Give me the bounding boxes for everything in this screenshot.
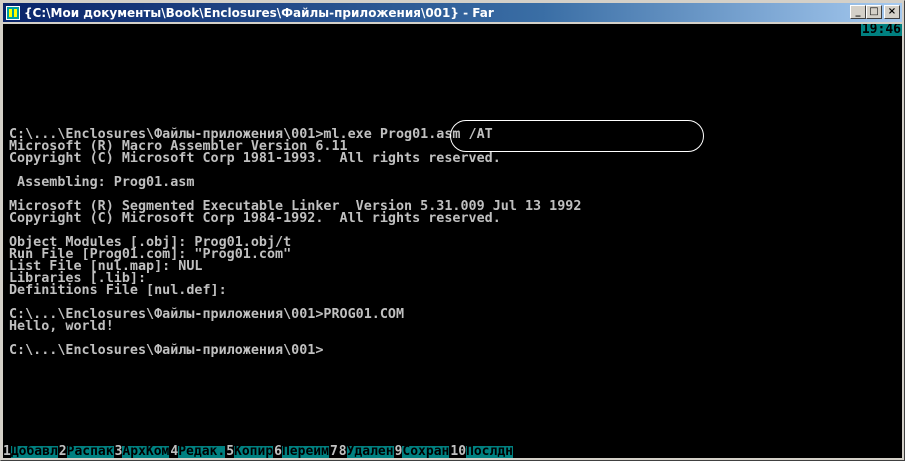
console-line: Copyright (C) Microsoft Corp 1981-1993. … [9, 151, 501, 166]
fkey-label: АрхКом [122, 444, 170, 458]
fkey-10[interactable]: 10 Послдн [449, 444, 513, 458]
console-area[interactable]: 19:46 C:\...\Enclosures\Файлы-приложения… [3, 24, 902, 458]
window-title: {C:\Мои документы\Book\Enclosures\Файлы-… [24, 5, 494, 20]
fkey-label: Редак. [178, 444, 226, 458]
fkey-number: 8 [337, 444, 347, 458]
highlight-oval [450, 120, 704, 152]
clock: 19:46 [860, 24, 902, 37]
fkey-number: 3 [113, 444, 123, 458]
fkey-label: Сохран [402, 444, 450, 458]
fkey-label: Удален [346, 444, 394, 458]
console-line: Hello, world! [9, 319, 114, 334]
fkey-1[interactable]: 1 Добавл [3, 444, 58, 458]
fkey-6[interactable]: 6 Переим [273, 444, 329, 458]
fkey-label: Копир [234, 444, 274, 458]
window-controls: _ □ × [850, 5, 900, 19]
fkey-5[interactable]: 5 Копир [225, 444, 274, 458]
far-window: {C:\Мои документы\Book\Enclosures\Файлы-… [0, 0, 905, 461]
far-app-icon[interactable] [6, 5, 20, 20]
console-line: C:\...\Enclosures\Файлы-приложения\001> [9, 343, 324, 358]
fkey-2[interactable]: 2 Распак [57, 444, 114, 458]
minimize-button[interactable]: _ [850, 5, 866, 19]
fkey-number: 1 [3, 444, 11, 458]
fkey-number: 7 [328, 444, 338, 458]
maximize-button[interactable]: □ [866, 5, 882, 19]
fkey-4[interactable]: 4 Редак. [169, 444, 226, 458]
fkey-number: 5 [225, 444, 235, 458]
close-button[interactable]: × [884, 5, 900, 19]
console-output: C:\...\Enclosures\Файлы-приложения\001>m… [9, 128, 581, 358]
fkey-number: 2 [57, 444, 67, 458]
fkey-7[interactable]: 7 [328, 444, 338, 458]
fkey-3[interactable]: 3 АрхКом [113, 444, 170, 458]
console-line: Copyright (C) Microsoft Corp 1984-1992. … [9, 211, 501, 226]
fkey-number: 10 [449, 444, 467, 458]
fkey-number: 4 [169, 444, 179, 458]
fkey-label: Распак [66, 444, 114, 458]
fkey-9[interactable]: 9 Сохран [393, 444, 450, 458]
fkey-label: Добавл [10, 444, 58, 458]
fkey-8[interactable]: 8 Удален [337, 444, 394, 458]
fkey-label: Переим [281, 444, 329, 458]
console-line: Definitions File [nul.def]: [9, 283, 227, 298]
title-bar[interactable]: {C:\Мои документы\Book\Enclosures\Файлы-… [3, 3, 902, 22]
function-key-bar: 1 Добавл 2 Распак 3 АрхКом 4 Редак. 5 Копир 6 Пер… [3, 444, 902, 458]
fkey-label: Послдн [466, 444, 513, 458]
console-line: Assembling: Prog01.asm [9, 175, 195, 190]
fkey-number: 6 [273, 444, 282, 458]
fkey-number: 9 [393, 444, 403, 458]
